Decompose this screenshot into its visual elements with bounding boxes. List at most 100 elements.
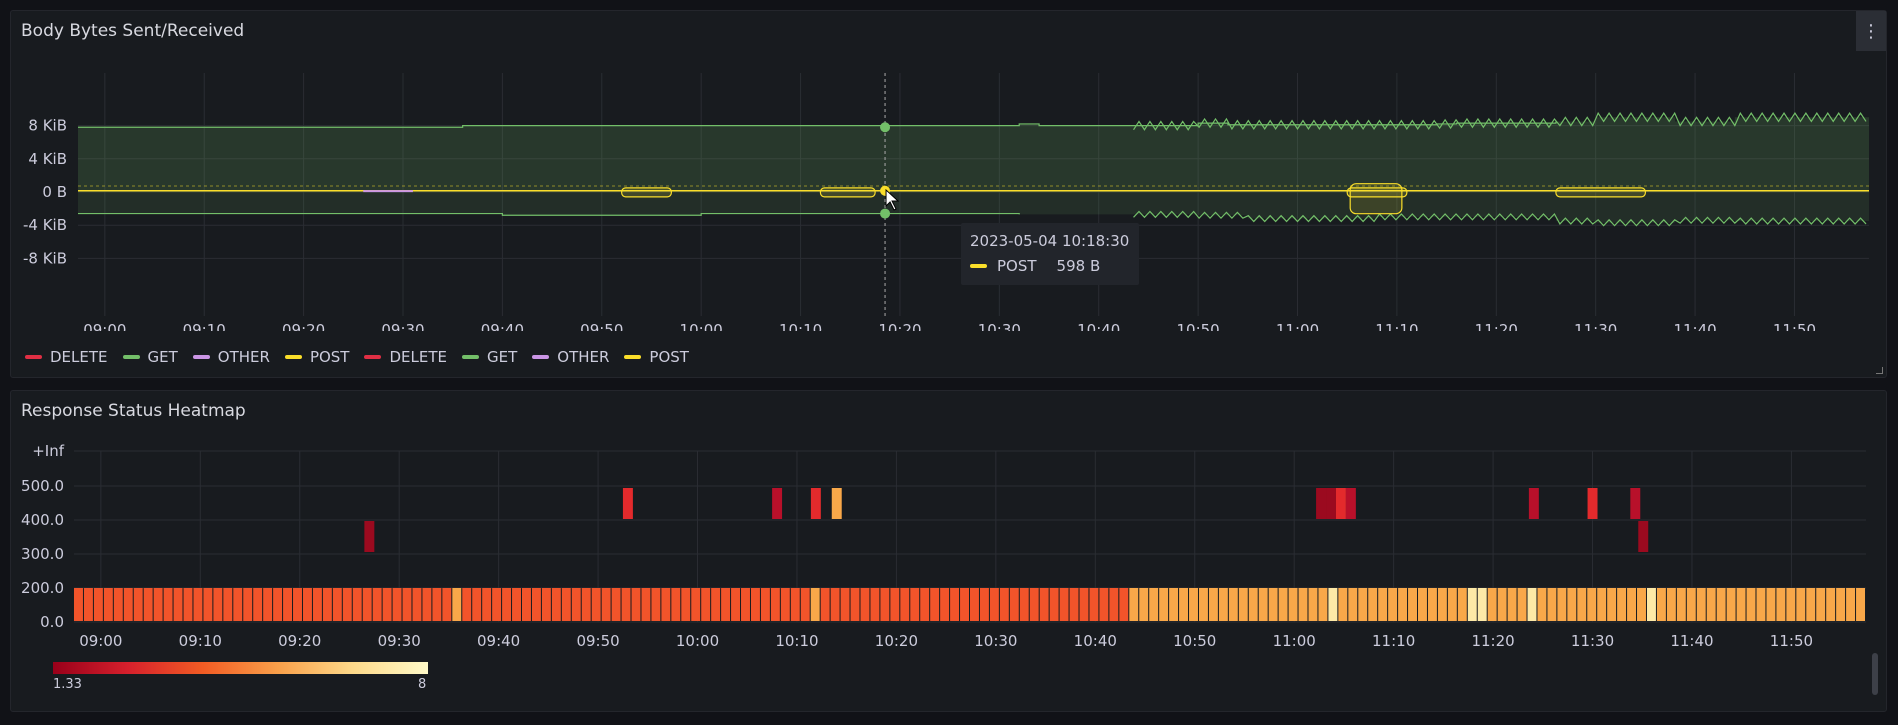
heatmap-cell — [1139, 588, 1149, 621]
heatmap-cell — [800, 588, 810, 621]
heatmap-cell — [502, 588, 512, 621]
heatmap-cell — [910, 588, 920, 621]
heatmap-cell — [960, 588, 969, 621]
x-tick-label: 09:10 — [183, 321, 226, 331]
heatmap-cell — [1079, 588, 1089, 621]
x-tick-label: 09:40 — [481, 321, 524, 331]
heatmap-cell — [880, 588, 890, 621]
heatmap-cell — [999, 588, 1009, 621]
heatmap-cell — [203, 588, 213, 621]
y-tick-label: 300.0 — [21, 545, 64, 563]
heatmap-cell — [1069, 588, 1079, 621]
legend-item[interactable]: DELETE — [25, 348, 108, 366]
chart-tooltip: 2023-05-04 10:18:30 POST 598 B — [961, 223, 1139, 285]
x-tick-label: 10:30 — [978, 321, 1021, 331]
heatmap-cell — [1308, 588, 1318, 621]
legend-item[interactable]: POST — [284, 348, 349, 366]
legend-label: DELETE — [50, 348, 108, 366]
heatmap-cell — [1326, 488, 1336, 519]
heatmap-cell — [860, 588, 870, 621]
heatmap-cell — [760, 588, 770, 621]
heatmap-cell — [750, 588, 760, 621]
heatmap-cell — [1638, 521, 1649, 552]
heatmap-cell — [322, 588, 332, 621]
heatmap-cell — [1258, 588, 1268, 621]
post-bump — [1555, 187, 1646, 198]
heatmap-cell — [1557, 588, 1567, 621]
heatmap-cell — [1238, 588, 1248, 621]
heatmap-cell — [681, 588, 691, 621]
heatmap-cell — [462, 588, 472, 621]
legend-item[interactable]: GET — [122, 348, 178, 366]
legend-swatch — [364, 355, 382, 359]
heatmap-cell — [1198, 588, 1208, 621]
heatmap-cell — [1537, 588, 1547, 621]
heatmap-cell — [1567, 588, 1577, 621]
y-tick-label: 400.0 — [21, 511, 64, 529]
x-tick-label: 09:50 — [576, 632, 619, 650]
legend-item[interactable]: DELETE — [364, 348, 447, 366]
heatmap-cell — [772, 488, 783, 519]
heatmap-cell — [1427, 588, 1437, 621]
heatmap-cell — [1288, 588, 1298, 621]
bytes-chart[interactable]: 8 KiB 4 KiB 0 B -4 KiB -8 KiB 09:00 09:10 09:20… — [11, 11, 1888, 331]
heatmap-cell — [1696, 588, 1706, 621]
heatmap-cell — [103, 588, 113, 621]
heatmap-cell — [1666, 588, 1676, 621]
panel-resize-handle[interactable] — [1876, 367, 1883, 374]
heatmap-cell — [631, 588, 641, 621]
legend-item[interactable]: OTHER — [192, 348, 270, 366]
heatmap-cell — [1746, 588, 1756, 621]
heatmap-cell — [123, 588, 133, 621]
heatmap-cell — [940, 588, 950, 621]
heatmap-cell — [900, 588, 910, 621]
legend-swatch — [284, 355, 302, 359]
heatmap-cell — [1268, 588, 1278, 621]
heatmap-cell — [1836, 588, 1846, 621]
legend-swatch — [25, 355, 42, 359]
heatmap-cell — [741, 588, 750, 621]
heatmap-cell — [1109, 588, 1119, 621]
color-scale-max: 8 — [418, 677, 427, 692]
heatmap-cell — [1348, 588, 1358, 621]
heatmap-cell — [1408, 588, 1417, 621]
legend-item[interactable]: GET — [462, 348, 517, 366]
heatmap-cell — [1736, 588, 1746, 621]
x-tick-label: 11:30 — [1571, 632, 1614, 650]
x-tick-label: 09:30 — [378, 632, 421, 650]
heatmap-cell — [412, 588, 422, 621]
legend-item[interactable]: OTHER — [532, 348, 609, 366]
heatmap-cell — [1218, 588, 1228, 621]
heatmap-cell — [1089, 588, 1099, 621]
legend-swatch — [192, 355, 210, 359]
x-tick-label: 09:50 — [580, 321, 623, 331]
heatmap-cell — [1009, 588, 1019, 621]
x-tick-label: 10:20 — [875, 632, 918, 650]
post-bump — [819, 187, 876, 198]
panel-scrollbar[interactable] — [1872, 653, 1878, 695]
tooltip-row: POST 598 B — [970, 257, 1100, 275]
heatmap-cell — [810, 588, 820, 621]
x-tick-label: 09:20 — [278, 632, 321, 650]
legend-label: GET — [487, 348, 518, 366]
heatmap-cell — [183, 588, 193, 621]
heatmap-cell — [273, 588, 283, 621]
x-tick-label: 11:40 — [1673, 321, 1716, 331]
heatmap-cell — [1507, 588, 1517, 621]
heatmap-cell — [1656, 588, 1666, 621]
heatmap-cell — [223, 588, 233, 621]
heatmap-cell — [253, 588, 263, 621]
heatmap-cell — [452, 588, 462, 621]
heatmap-cell — [1388, 588, 1398, 621]
legend-item[interactable]: POST — [624, 348, 689, 366]
heatmap-cell — [1019, 588, 1029, 621]
heatmap-cell — [1497, 588, 1507, 621]
heatmap-cell — [1627, 588, 1637, 621]
x-tick-label: 11:10 — [1375, 321, 1418, 331]
heatmap-cell — [283, 588, 293, 621]
heatmap-chart[interactable]: +Inf 500.0 400.0 300.0 200.0 0.0 09:00 09:10 09:… — [11, 391, 1888, 661]
y-tick-label: 4 KiB — [28, 150, 67, 168]
heatmap-cell — [601, 588, 611, 621]
heatmap-cell — [820, 588, 830, 621]
heatmap-cell — [1617, 588, 1627, 621]
